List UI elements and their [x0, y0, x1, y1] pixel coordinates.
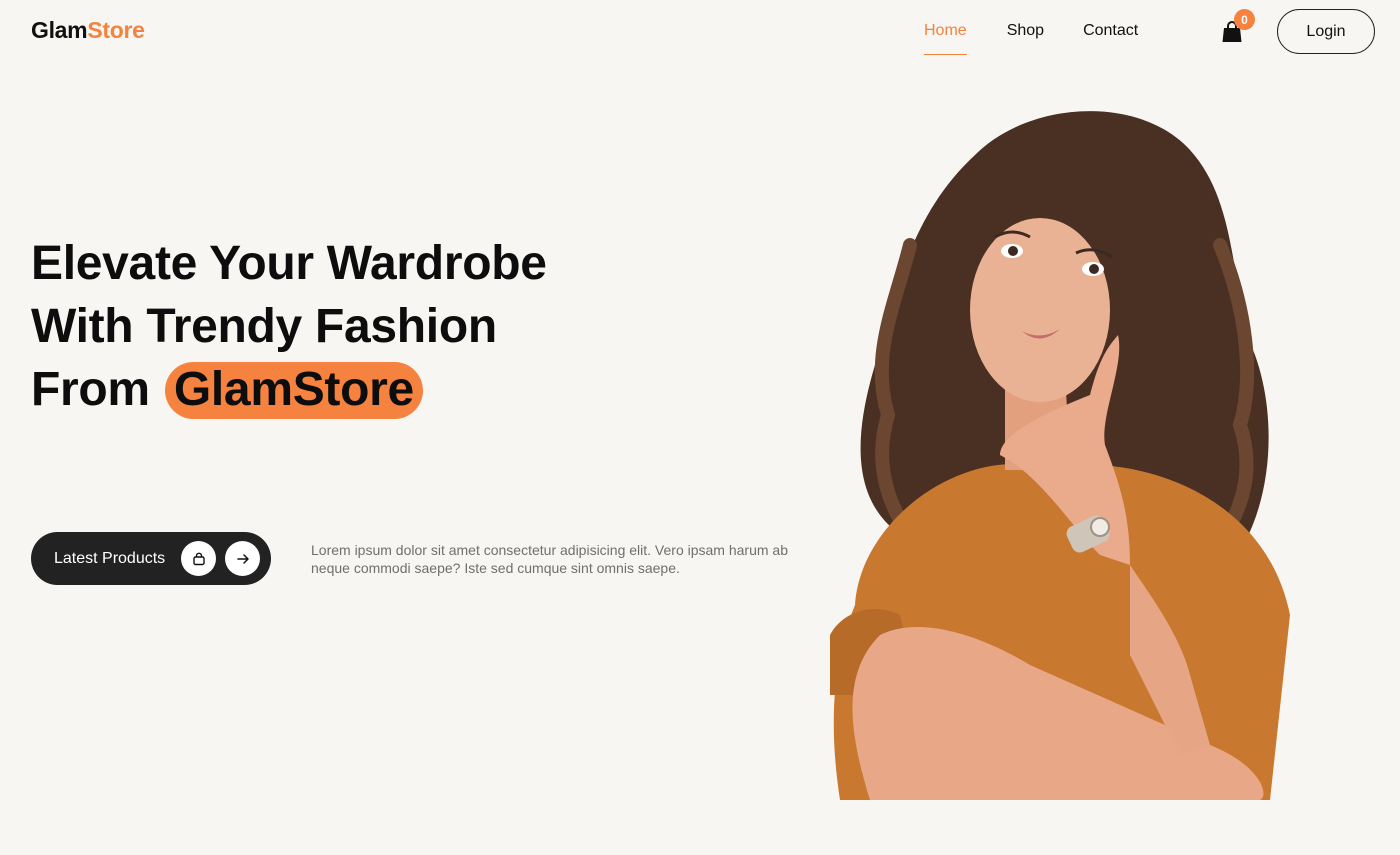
hero-title-highlight: GlamStore: [164, 362, 423, 419]
page: GlamStore Home Shop Contact 0 Login Elev…: [0, 0, 1400, 855]
brand-name-part1: Glam: [31, 17, 88, 43]
arrow-right-icon: [225, 541, 260, 576]
hero-title-line1: Elevate Your Wardrobe: [31, 237, 547, 290]
latest-products-button[interactable]: Latest Products: [31, 532, 271, 585]
cart-count-badge: 0: [1234, 9, 1255, 30]
nav-contact-link[interactable]: Contact: [1083, 21, 1138, 55]
hero-model-image: [830, 111, 1290, 800]
login-button[interactable]: Login: [1277, 9, 1375, 54]
hero-title-line3-prefix: From: [31, 363, 150, 416]
nav-shop-link[interactable]: Shop: [1007, 21, 1044, 55]
nav-home-link[interactable]: Home: [924, 21, 967, 55]
brand-logo[interactable]: GlamStore: [31, 17, 145, 44]
hero-title-line2: With Trendy Fashion: [31, 300, 497, 353]
hero-title: Elevate Your Wardrobe With Trendy Fashio…: [31, 232, 671, 421]
shopping-bag-icon: [181, 541, 216, 576]
brand-name-part2: Store: [87, 17, 145, 43]
latest-products-label: Latest Products: [54, 549, 166, 567]
hero-description: Lorem ipsum dolor sit amet consectetur a…: [311, 542, 788, 576]
main-nav: Home Shop Contact: [924, 21, 1138, 55]
